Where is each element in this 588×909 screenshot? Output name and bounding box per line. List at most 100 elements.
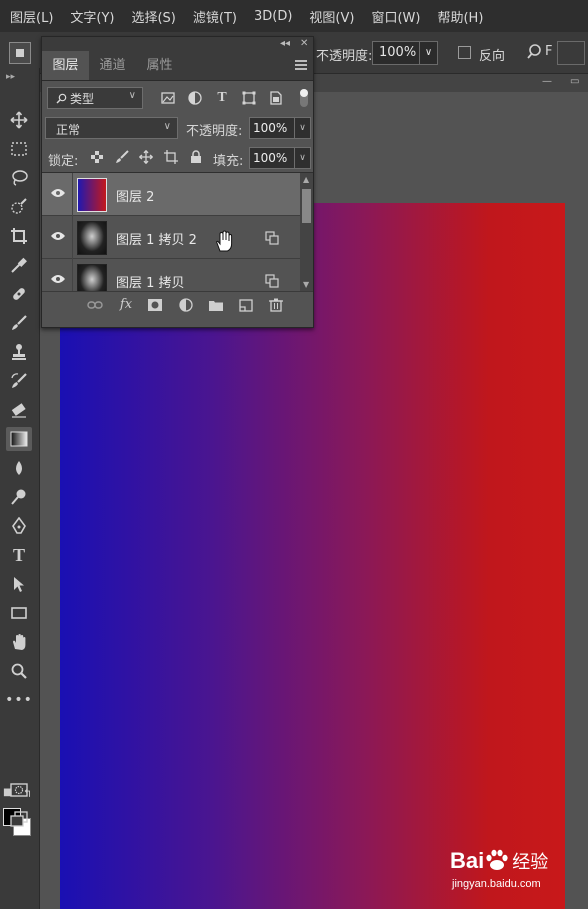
menu-filter[interactable]: 滤镜(T) bbox=[193, 7, 237, 26]
layer-row[interactable]: 图层 1 拷贝 bbox=[42, 259, 313, 291]
panel-title-bar[interactable]: ◂◂ ✕ bbox=[42, 37, 313, 51]
reverse-checkbox[interactable] bbox=[458, 46, 471, 59]
rectangle-tool-icon[interactable] bbox=[6, 601, 32, 625]
quick-mask-icon[interactable] bbox=[6, 778, 32, 802]
move-tool-icon[interactable] bbox=[6, 108, 32, 132]
link-layers-icon[interactable] bbox=[87, 298, 103, 312]
panel-footer: fx bbox=[42, 291, 313, 318]
panel-menu-icon[interactable] bbox=[295, 60, 307, 70]
lasso-tool-icon[interactable] bbox=[6, 166, 32, 190]
minimize-icon[interactable]: — bbox=[542, 76, 556, 88]
type-tool-icon[interactable]: T bbox=[6, 543, 32, 567]
paw-logo-icon bbox=[486, 849, 508, 870]
pen-tool-icon[interactable] bbox=[6, 514, 32, 538]
more-tools-icon[interactable]: ••• bbox=[5, 688, 32, 712]
layer-thumbnail[interactable] bbox=[77, 178, 107, 212]
chevron-down-icon[interactable]: ∨ bbox=[294, 118, 310, 138]
gradient-tool-icon[interactable] bbox=[6, 427, 32, 451]
layer-opacity-input[interactable]: 100% ∨ bbox=[249, 117, 311, 139]
lock-label: 锁定: bbox=[48, 154, 79, 169]
tab-channels[interactable]: 通道 bbox=[89, 51, 136, 80]
lock-all-icon[interactable] bbox=[189, 150, 203, 164]
clone-stamp-tool-icon[interactable] bbox=[6, 340, 32, 364]
tab-layers[interactable]: 图层 bbox=[42, 51, 89, 80]
eye-icon[interactable] bbox=[50, 274, 66, 284]
fill-input[interactable]: 100% ∨ bbox=[249, 147, 311, 169]
layer-name[interactable]: 图层 1 拷贝 2 bbox=[116, 229, 197, 248]
menu-help[interactable]: 帮助(H) bbox=[437, 7, 483, 26]
chevron-down-icon[interactable]: ∨ bbox=[419, 42, 437, 64]
hand-cursor-icon bbox=[216, 230, 233, 252]
blend-mode-select[interactable]: 正常 ∨ bbox=[45, 117, 178, 139]
lock-artboard-icon[interactable] bbox=[164, 150, 178, 164]
layer-name[interactable]: 图层 2 bbox=[116, 186, 154, 205]
marquee-tool-icon[interactable] bbox=[6, 137, 32, 161]
fill-value: 100% bbox=[253, 151, 288, 165]
scroll-down-icon[interactable]: ▼ bbox=[303, 280, 309, 289]
eye-icon[interactable] bbox=[50, 188, 66, 198]
menu-view[interactable]: 视图(V) bbox=[309, 7, 354, 26]
filter-kind-select[interactable]: 类型 ∨ bbox=[47, 87, 143, 109]
eraser-tool-icon[interactable] bbox=[6, 398, 32, 422]
menu-select[interactable]: 选择(S) bbox=[131, 7, 175, 26]
scroll-up-icon[interactable]: ▲ bbox=[303, 175, 309, 184]
filter-toggle[interactable] bbox=[300, 89, 308, 107]
filter-row: 类型 ∨ T bbox=[42, 81, 313, 113]
layers-scrollbar[interactable]: ▲ ▼ bbox=[300, 173, 313, 291]
opacity-input[interactable]: 100% ∨ bbox=[372, 41, 438, 65]
hand-tool-icon[interactable] bbox=[6, 630, 32, 654]
brush-tool-icon[interactable] bbox=[6, 311, 32, 335]
close-icon[interactable]: ✕ bbox=[300, 37, 308, 51]
screen-mode-icon[interactable] bbox=[6, 807, 32, 831]
dodge-tool-icon[interactable] bbox=[6, 485, 32, 509]
layer-thumbnail[interactable] bbox=[77, 221, 107, 255]
eye-icon[interactable] bbox=[50, 231, 66, 241]
quick-select-tool-icon[interactable] bbox=[6, 195, 32, 219]
trash-icon[interactable] bbox=[268, 298, 284, 312]
path-select-tool-icon[interactable] bbox=[6, 572, 32, 596]
smart-object-filter-icon[interactable] bbox=[268, 90, 284, 106]
search-icon[interactable] bbox=[526, 43, 544, 61]
pixel-filter-icon[interactable] bbox=[160, 90, 176, 106]
lock-position-icon[interactable] bbox=[139, 150, 153, 164]
shape-filter-icon[interactable] bbox=[241, 90, 257, 106]
tool-preset-picker[interactable] bbox=[9, 42, 31, 64]
collapse-panel-icon[interactable]: ◂◂ bbox=[280, 37, 290, 51]
blend-mode-value: 正常 bbox=[56, 123, 81, 137]
add-mask-icon[interactable] bbox=[147, 298, 163, 312]
menu-layer[interactable]: 图层(L) bbox=[10, 7, 53, 26]
menu-3d[interactable]: 3D(D) bbox=[254, 9, 292, 24]
workspace-box[interactable] bbox=[557, 41, 585, 65]
lock-pixels-icon[interactable] bbox=[115, 150, 129, 164]
new-layer-icon[interactable] bbox=[238, 298, 254, 312]
chevron-down-icon[interactable]: ∨ bbox=[294, 148, 310, 168]
layer-name[interactable]: 图层 1 拷贝 bbox=[116, 272, 185, 291]
blur-tool-icon[interactable] bbox=[6, 456, 32, 480]
crop-tool-icon[interactable] bbox=[6, 224, 32, 248]
smart-object-icon bbox=[265, 231, 279, 245]
watermark-url: jingyan.baidu.com bbox=[452, 878, 541, 890]
layer-thumbnail[interactable] bbox=[77, 264, 107, 291]
zoom-tool-icon[interactable] bbox=[6, 659, 32, 683]
scrollbar-thumb[interactable] bbox=[302, 189, 311, 223]
layer-row[interactable]: 图层 1 拷贝 2 bbox=[42, 216, 313, 259]
adjustment-filter-icon[interactable] bbox=[187, 90, 203, 106]
restore-icon[interactable]: ▭ bbox=[570, 76, 584, 88]
folder-icon[interactable] bbox=[208, 298, 224, 312]
reverse-label: 反向 bbox=[479, 49, 506, 64]
menu-window[interactable]: 窗口(W) bbox=[371, 7, 420, 26]
lock-transparency-icon[interactable] bbox=[90, 150, 104, 164]
type-filter-icon[interactable]: T bbox=[214, 90, 230, 106]
adjustment-layer-icon[interactable] bbox=[178, 298, 194, 312]
baidu-watermark: Bai 经验 jingyan.baidu.com bbox=[450, 848, 548, 890]
layer-row[interactable]: 图层 2 bbox=[42, 173, 313, 216]
tab-properties[interactable]: 属性 bbox=[136, 51, 183, 80]
eyedropper-tool-icon[interactable] bbox=[6, 253, 32, 277]
collapse-icon[interactable]: ▸▸ bbox=[6, 72, 15, 82]
fill-label: 填充: bbox=[213, 154, 244, 169]
history-brush-tool-icon[interactable] bbox=[6, 369, 32, 393]
healing-brush-tool-icon[interactable] bbox=[6, 282, 32, 306]
fx-icon[interactable]: fx bbox=[118, 298, 134, 312]
divider bbox=[72, 173, 73, 216]
menu-type[interactable]: 文字(Y) bbox=[70, 7, 114, 26]
